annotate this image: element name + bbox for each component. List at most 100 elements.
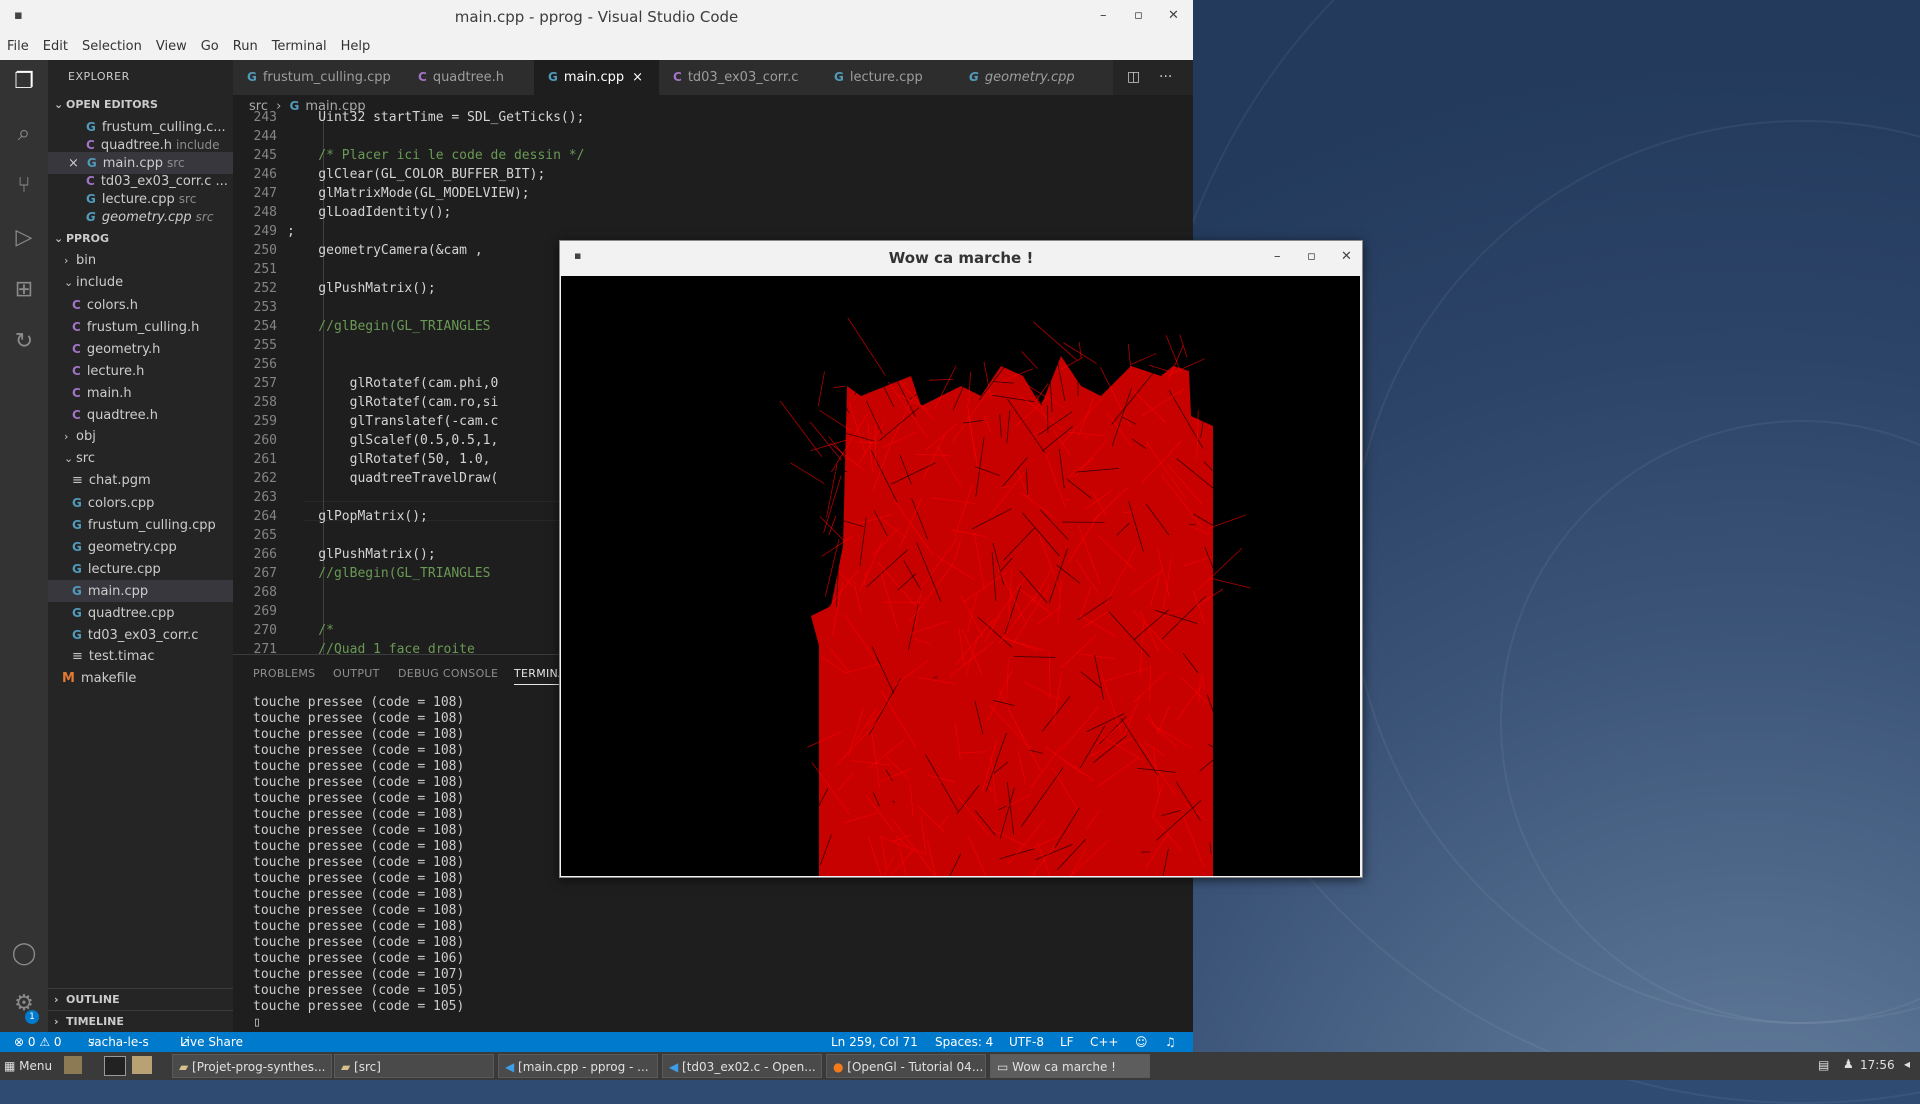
tree-folder[interactable]: ›bin (48, 250, 249, 272)
minimize-button[interactable]: – (1274, 249, 1281, 264)
encoding-status[interactable]: UTF-8 (1009, 1032, 1044, 1052)
search-icon[interactable]: ⌕ (10, 120, 38, 148)
clock[interactable]: 17:56 (1860, 1058, 1895, 1072)
line-number: 252 (233, 281, 277, 296)
more-actions-icon[interactable]: ··· (1159, 60, 1172, 95)
tab-td03[interactable]: Ctd03_ex03_corr.c (659, 60, 834, 95)
tree-folder[interactable]: ⌄src (48, 448, 249, 470)
close-button[interactable]: ✕ (1341, 249, 1352, 264)
tab-debug-console[interactable]: DEBUG CONSOLE (398, 667, 498, 680)
terminal-output[interactable]: touche pressee (code = 108) touche press… (253, 695, 464, 1031)
wireframe-edge (848, 318, 886, 375)
line-number: 268 (233, 585, 277, 600)
taskbar-item[interactable]: ▰ [Projet-prog-synthes... (172, 1054, 332, 1078)
tree-file[interactable]: Gfrustum_culling.cpp (48, 514, 257, 536)
extensions-icon[interactable]: ⊞ (10, 276, 38, 304)
line-number: 244 (233, 129, 277, 144)
wireframe-edge (1166, 335, 1180, 371)
explorer-icon[interactable]: ❐ (10, 68, 38, 96)
line-number: 247 (233, 186, 277, 201)
line-number: 245 (233, 148, 277, 163)
language-status[interactable]: C++ (1090, 1032, 1119, 1052)
file-manager-icon[interactable] (64, 1056, 82, 1074)
run-debug-icon[interactable]: ▷ (10, 224, 38, 252)
maximize-button[interactable]: ▫ (1134, 8, 1143, 23)
taskbar-item[interactable]: ▰ [src] (334, 1054, 494, 1078)
line-number: 267 (233, 566, 277, 581)
tab-geometry[interactable]: Ggeometry.cpp (955, 60, 1114, 95)
problems-status[interactable]: ⊗ 0 ⚠ 0 (14, 1032, 62, 1052)
menu-view[interactable]: View (149, 34, 194, 54)
tree-file[interactable]: Cmain.h (48, 382, 257, 404)
tab-main[interactable]: Gmain.cpp× (534, 60, 673, 95)
close-button[interactable]: ✕ (1168, 8, 1179, 23)
split-editor-icon[interactable]: ◫ (1127, 60, 1140, 95)
bell-icon[interactable]: ♫ (1165, 1032, 1176, 1052)
explorer-sidebar: EXPLORER ⌄OPEN EDITORS Gfrustum_culling.… (48, 60, 233, 1032)
feedback-icon[interactable]: ☺ (1135, 1032, 1148, 1052)
tree-file[interactable]: Cquadtree.h (48, 404, 257, 426)
c-file-icon: C (673, 70, 682, 84)
tab-quadtree[interactable]: Cquadtree.h (404, 60, 548, 95)
tab-output[interactable]: OUTPUT (333, 667, 380, 680)
tree-file[interactable]: Cfrustum_culling.h (48, 316, 257, 338)
accounts-icon[interactable]: ◯ (10, 940, 38, 968)
vscode-icon: ◀ (669, 1060, 682, 1074)
menu-go[interactable]: Go (194, 34, 226, 54)
tree-file[interactable]: Gcolors.cpp (48, 492, 257, 514)
menu-selection[interactable]: Selection (75, 34, 149, 54)
menu-help[interactable]: Help (334, 34, 378, 54)
user-icon[interactable]: ♟ (1843, 1057, 1854, 1071)
taskbar-item[interactable]: ◀ [td03_ex02.c - Open... (662, 1054, 822, 1078)
tree-file[interactable]: Mmakefile (48, 668, 247, 690)
menu-edit[interactable]: Edit (36, 34, 75, 54)
tab-close-icon[interactable]: × (632, 70, 643, 85)
cpp-file-icon: G (72, 562, 82, 576)
tree-file[interactable]: Clecture.h (48, 360, 257, 382)
tab-lecture[interactable]: Glecture.cpp (820, 60, 969, 95)
tree-folder[interactable]: ›obj (48, 426, 249, 448)
tree-file[interactable]: ≡test.timac (48, 646, 257, 668)
opengl-render-canvas[interactable] (561, 276, 1360, 876)
cursor-position[interactable]: Ln 259, Col 71 (831, 1032, 918, 1052)
tree-file[interactable]: Glecture.cpp (48, 558, 257, 580)
minimize-button[interactable]: – (1100, 8, 1107, 23)
taskbar-item[interactable]: ◀ [main.cpp - pprog - ... (498, 1054, 658, 1078)
live-share-icon[interactable]: ↻ (10, 328, 38, 356)
tree-file[interactable]: Cgeometry.h (48, 338, 257, 360)
menu-file[interactable]: File (0, 34, 36, 54)
taskbar-item-active[interactable]: ▭ Wow ca marche ! (990, 1054, 1150, 1078)
tree-file[interactable]: Gquadtree.cpp (48, 602, 257, 624)
tree-file-active[interactable]: Gmain.cpp (48, 580, 257, 602)
tab-frustum-culling[interactable]: Gfrustum_culling.cpp (233, 60, 418, 95)
taskbar-item[interactable]: ● [OpenGl - Tutorial 04... (826, 1054, 986, 1078)
source-control-icon[interactable]: ⑂ (10, 172, 38, 200)
project-header[interactable]: ⌄PPROG (48, 228, 233, 250)
network-icon[interactable]: ▤ (1818, 1058, 1829, 1072)
tree-file[interactable]: Gtd03_ex03_corr.c (48, 624, 257, 646)
open-editors-header[interactable]: ⌄OPEN EDITORS (48, 94, 233, 116)
terminal-launcher-icon[interactable] (104, 1056, 126, 1076)
timeline-header[interactable]: ›TIMELINE (48, 1010, 233, 1033)
menu-bar: FileEditSelectionViewGoRunTerminalHelp (0, 34, 1193, 60)
cpp-file-icon: G (72, 518, 82, 532)
folder-launcher-icon[interactable] (132, 1056, 152, 1074)
volume-icon[interactable]: ◂ (1904, 1057, 1910, 1071)
window-title: main.cpp - pprog - Visual Studio Code (0, 8, 1193, 26)
tree-file[interactable]: Ccolors.h (48, 294, 257, 316)
tab-problems[interactable]: PROBLEMS (253, 667, 315, 680)
outline-header[interactable]: ›OUTLINE (48, 988, 233, 1011)
menu-run[interactable]: Run (226, 34, 265, 54)
close-icon[interactable]: × (68, 156, 79, 171)
menu-terminal[interactable]: Terminal (265, 34, 334, 54)
explorer-title: EXPLORER (68, 70, 130, 83)
tree-file[interactable]: Ggeometry.cpp (48, 536, 257, 558)
tree-folder[interactable]: ⌄include (48, 272, 249, 294)
maximize-button[interactable]: ▫ (1307, 249, 1316, 264)
tree-file[interactable]: ≡chat.pgm (48, 470, 257, 492)
indentation-status[interactable]: Spaces: 4 (935, 1032, 993, 1052)
eol-status[interactable]: LF (1060, 1032, 1074, 1052)
makefile-icon: M (62, 671, 75, 686)
code-line: glRotatef(cam.ro,si (287, 395, 498, 410)
start-menu-button[interactable]: ▦ Menu (4, 1056, 52, 1076)
